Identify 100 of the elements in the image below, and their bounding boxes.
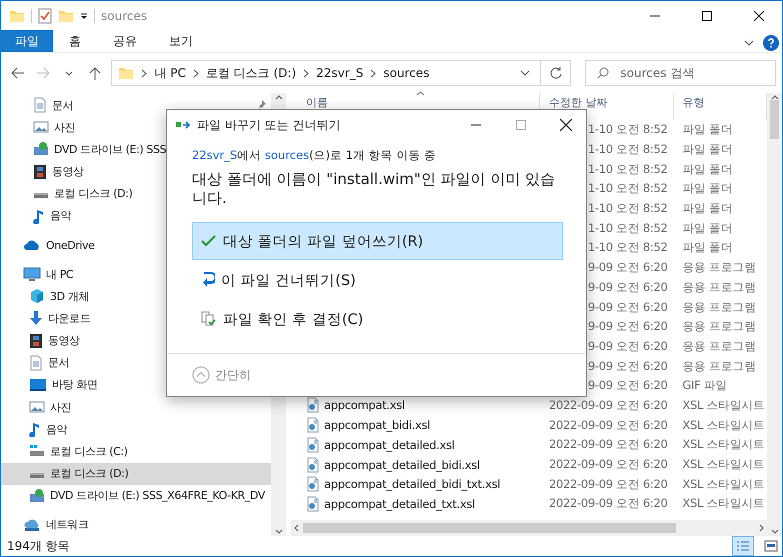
film-icon xyxy=(29,332,43,349)
date-cell-text: 2022-09-09 오전 6:20 xyxy=(548,437,669,452)
forward-arrow-icon xyxy=(36,67,50,79)
date-cell-text: 1-10 오전 8:52 xyxy=(586,122,668,138)
music-note-icon xyxy=(29,421,41,438)
option-button[interactable]: 대상 폴더의 파일 덮어쓰기(R) xyxy=(192,222,563,260)
nav-item[interactable]: DVD 드라이브 (E:) SSS_X64FRE_KO-KR_DV xyxy=(1,484,271,507)
scroll-up-icon xyxy=(274,95,282,100)
date-cell-text: 9-09 오전 6:20 xyxy=(586,300,668,315)
date-cell-text: 9-09 오전 6:20 xyxy=(586,260,668,276)
ribbon-tab[interactable]: 공유 xyxy=(97,30,153,52)
back-arrow-icon xyxy=(10,67,25,79)
file-name[interactable]: appcompat_detailed_bidi_txt.xsl xyxy=(291,476,540,492)
scroll-right-icon xyxy=(759,524,764,532)
network-icon xyxy=(23,518,41,532)
folder-icon xyxy=(118,66,134,80)
type-cell-text: 응용 프로그램 xyxy=(681,338,757,354)
breadcrumb[interactable]: 22svr_S xyxy=(316,66,364,80)
file-name[interactable]: appcompat_bidi.xsl xyxy=(291,417,540,434)
chevron-right-icon xyxy=(370,68,376,78)
nav-item[interactable]: 네트워크 xyxy=(1,514,271,536)
date-cell-text: 2022-09-09 오전 6:20 xyxy=(548,496,669,512)
type-cell-text: 파일 폴더 xyxy=(681,122,734,138)
download-arrow-icon xyxy=(29,310,43,326)
window-title: sources xyxy=(101,8,148,22)
type-cell-text: 파일 폴더 xyxy=(681,220,734,236)
stylesheet-file-icon xyxy=(306,456,320,473)
type-cell-text: 응용 프로그램 xyxy=(681,300,757,315)
search-field[interactable]: sources 검색 xyxy=(585,60,776,86)
film-icon xyxy=(33,164,47,180)
type-cell-text: 파일 폴더 xyxy=(681,142,734,158)
file-name[interactable]: appcompat.xsl xyxy=(291,397,540,414)
ribbon-tab[interactable]: 파일 xyxy=(1,30,53,52)
type-cell-text: 응용 프로그램 xyxy=(681,280,757,295)
chevron-right-icon xyxy=(141,68,148,78)
date-cell-text: 9-09 오전 6:20 xyxy=(586,319,668,334)
scroll-down-icon xyxy=(770,529,778,534)
document-icon xyxy=(29,354,43,371)
chevron-right-icon xyxy=(192,68,199,78)
search-icon xyxy=(597,67,610,79)
date-cell-text: 9-09 오전 6:20 xyxy=(586,280,668,295)
close-icon xyxy=(560,119,572,131)
date-cell-text: 2022-09-09 오전 6:20 xyxy=(548,398,669,413)
type-cell-text: GIF 파일 xyxy=(681,378,728,394)
close-icon xyxy=(754,10,764,20)
move-icon xyxy=(176,120,192,130)
nav-item[interactable]: 로컬 디스크 (D:) xyxy=(1,462,271,485)
option-button[interactable]: 이 파일 건너뛰기(S) xyxy=(192,261,563,299)
scroll-up-icon xyxy=(770,95,778,100)
type-cell-text: 응용 프로그램 xyxy=(681,358,757,374)
check-icon xyxy=(201,234,217,248)
date-cell-text: 9-09 오전 6:20 xyxy=(586,358,668,374)
type-cell-text: XSL 스타일시트 xyxy=(681,418,766,433)
horizontal-scrollbar[interactable] xyxy=(291,520,767,536)
document-icon xyxy=(33,97,47,114)
chevron-right-icon xyxy=(303,68,310,78)
chevron-down-icon xyxy=(520,70,530,76)
type-cell-text: 파일 폴더 xyxy=(681,201,734,216)
nav-item[interactable]: 음악 xyxy=(1,418,271,440)
stylesheet-file-icon xyxy=(306,417,320,434)
help-icon xyxy=(763,35,779,51)
address-bar[interactable]: 내 PC 로컬 디스크 (D:) 22svr_S sources xyxy=(111,60,572,86)
source-folder-link[interactable]: 22svr_S xyxy=(192,148,238,162)
maximize-icon xyxy=(516,120,526,130)
sort-ascending-icon xyxy=(416,91,425,96)
nav-item[interactable]: 문서 xyxy=(1,94,271,116)
scroll-thumb[interactable] xyxy=(770,100,779,139)
breadcrumb[interactable]: 내 PC xyxy=(154,64,186,82)
breadcrumb[interactable]: 로컬 디스크 (D:) xyxy=(206,64,296,82)
file-name[interactable]: appcompat_detailed.xsl xyxy=(291,436,540,453)
breadcrumb[interactable]: sources xyxy=(383,66,430,80)
type-cell-text: XSL 스타일시트 xyxy=(681,457,766,472)
file-name[interactable]: appcompat_detailed_bidi.xsl xyxy=(291,456,540,473)
file-name[interactable]: appcompat_detailed_txt.xsl xyxy=(291,496,540,512)
collapse-icon xyxy=(192,366,210,384)
type-cell-text: XSL 스타일시트 xyxy=(681,437,766,452)
nav-item[interactable]: 사진 xyxy=(1,396,271,418)
ribbon-tab[interactable]: 보기 xyxy=(153,30,209,52)
dvd-drive-icon xyxy=(29,488,45,504)
date-cell-text: 1-10 오전 8:52 xyxy=(586,240,668,256)
type-cell-text: 파일 폴더 xyxy=(681,162,734,177)
nav-item[interactable]: 로컬 디스크 (C:) xyxy=(1,440,271,462)
scrollbar[interactable] xyxy=(767,93,782,536)
scroll-left-icon xyxy=(294,524,299,532)
fewer-details-button[interactable]: 간단히 xyxy=(192,366,251,384)
computer-icon xyxy=(23,266,41,282)
details-view-button[interactable] xyxy=(732,536,754,556)
compare-files-icon xyxy=(201,311,217,327)
scroll-thumb[interactable] xyxy=(303,523,676,533)
cloud-icon xyxy=(23,239,41,252)
folder-icon xyxy=(9,8,25,22)
date-cell-text: 1-10 오전 8:52 xyxy=(586,162,668,177)
date-cell-text: 1-10 오전 8:52 xyxy=(586,220,668,236)
type-cell-text: 응용 프로그램 xyxy=(681,260,757,276)
dvd-drive-icon xyxy=(33,141,49,158)
ribbon-tab[interactable]: 홈 xyxy=(53,30,97,52)
large-icons-view-icon xyxy=(764,540,778,552)
chevron-down-icon xyxy=(65,70,74,76)
date-cell-text: 2022-09-09 오전 6:20 xyxy=(548,476,669,492)
destination-folder-link[interactable]: sources xyxy=(264,148,310,162)
